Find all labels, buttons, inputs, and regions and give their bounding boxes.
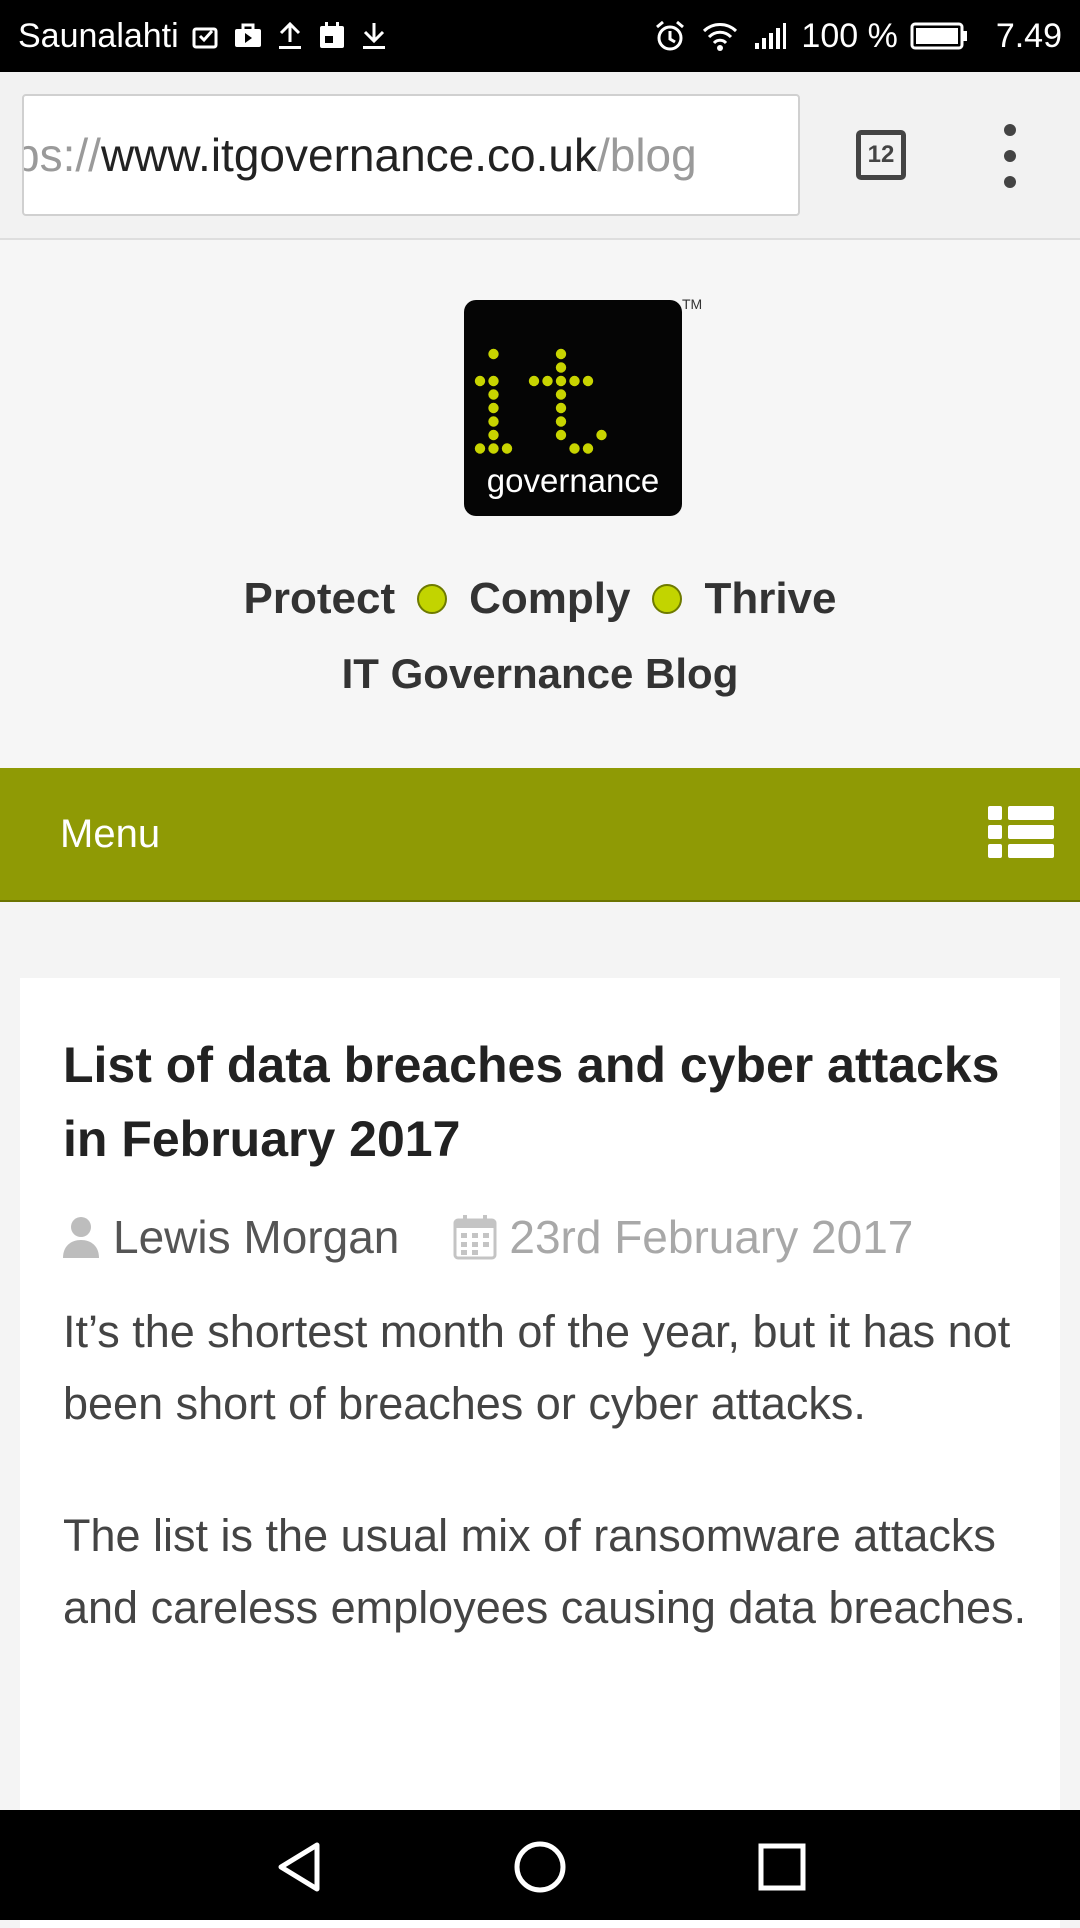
url-host: www.itgovernance.co.uk [100,129,597,181]
logo-wordmark: governance [486,462,660,499]
site-header: governance TM Protect Comply Thrive IT Gov… [0,240,1080,768]
blog-title[interactable]: IT Governance Blog [0,650,1080,698]
url-scheme: ps:// [22,129,101,181]
calendar-icon [317,20,347,52]
system-nav-bar [0,1810,1080,1920]
battery-percent: 100 % [801,16,898,55]
upload-icon [275,20,305,52]
tagline-comply: Comply [469,574,631,623]
alarm-icon [653,19,687,53]
tagline-protect: Protect [243,574,396,623]
article-card: List of data breaches and cyber attacks … [20,978,1060,1928]
home-icon[interactable] [513,1840,567,1894]
signal-icon [753,21,787,51]
tagline-dot-icon [652,584,683,615]
download-icon [359,20,389,52]
clock: 7.49 [995,16,1062,55]
message-check-icon [191,21,221,51]
article-paragraph: It’s the shortest month of the year, but… [63,1306,1011,1429]
trademark-mark: TM [682,296,703,312]
url-path: /blog [596,129,697,181]
tagline: Protect Comply Thrive [0,574,1080,624]
wifi-icon [701,20,739,52]
more-menu-icon[interactable] [996,124,1024,188]
back-icon[interactable] [273,1840,327,1894]
briefcase-icon [233,21,263,51]
tagline-thrive: Thrive [704,574,837,623]
article-meta: Lewis Morgan 23rd February 2017 [63,1210,913,1264]
status-bar: Saunalahti 100 % 7.49 [0,0,1080,72]
url-text: ps://www.itgovernance.co.uk/blog [22,128,697,182]
it-governance-logo[interactable]: governance [464,300,682,516]
user-icon [63,1216,99,1258]
menu-bar[interactable]: Menu [0,768,1080,902]
carrier-name: Saunalahti [18,16,179,55]
article-paragraph: The list is the usual mix of ransomware … [63,1510,1027,1633]
author-name[interactable]: Lewis Morgan [113,1210,399,1264]
menu-label[interactable]: Menu [60,812,160,857]
tab-count: 12 [867,141,895,168]
tagline-dot-icon [417,584,448,615]
list-menu-icon[interactable] [988,804,1054,860]
browser-toolbar: ps://www.itgovernance.co.uk/blog 12 [0,72,1080,240]
publish-date: 23rd February 2017 [509,1211,914,1263]
recent-apps-icon[interactable] [755,1840,809,1894]
tab-switcher-button[interactable]: 12 [856,130,906,180]
calendar-icon [453,1214,497,1260]
address-bar[interactable]: ps://www.itgovernance.co.uk/blog [22,94,800,216]
battery-icon [910,21,970,51]
article-title[interactable]: List of data breaches and cyber attacks … [63,1028,1023,1176]
